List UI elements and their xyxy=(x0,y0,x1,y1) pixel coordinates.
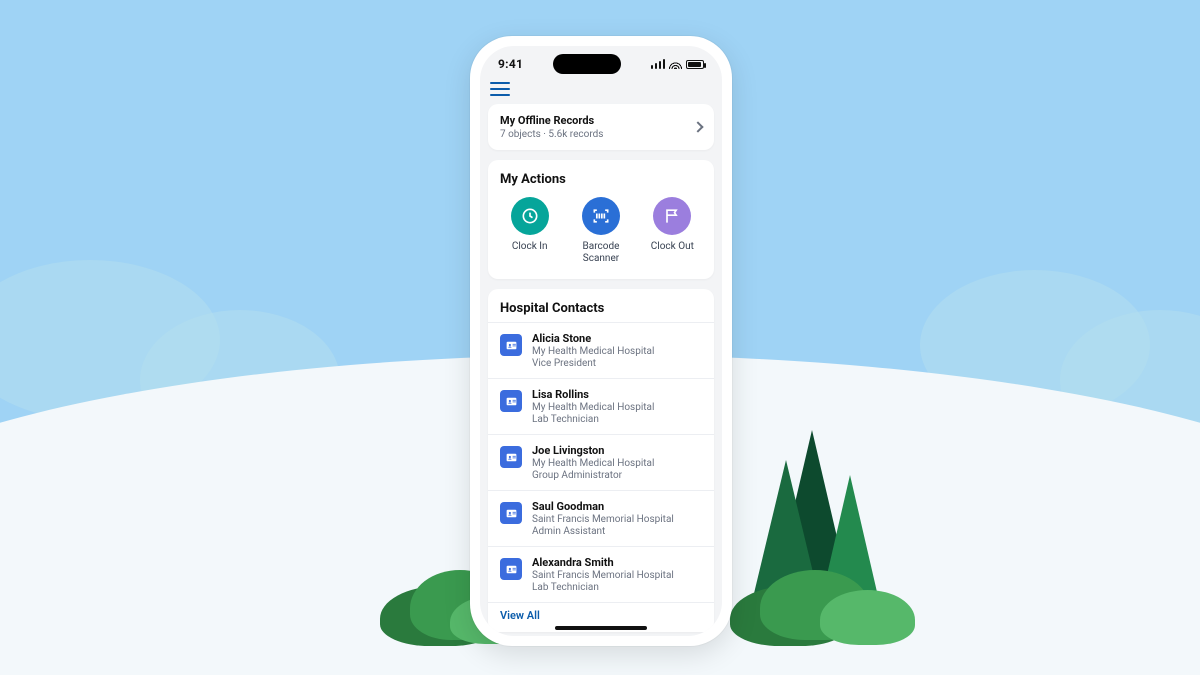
contact-card-icon xyxy=(500,334,522,356)
contact-hospital: My Health Medical Hospital xyxy=(532,402,654,413)
contact-hospital: My Health Medical Hospital xyxy=(532,458,654,469)
contact-role: Vice President xyxy=(532,358,654,369)
contact-card-icon xyxy=(500,390,522,412)
contact-role: Lab Technician xyxy=(532,582,674,593)
status-icons xyxy=(651,59,705,69)
contact-role: Admin Assistant xyxy=(532,526,674,537)
contact-name: Alexandra Smith xyxy=(532,556,674,569)
action-label: Barcode Scanner xyxy=(574,241,628,265)
contact-card-icon xyxy=(500,558,522,580)
contact-name: Lisa Rollins xyxy=(532,388,654,401)
action-clock-in[interactable]: Clock In xyxy=(494,197,565,265)
status-time: 9:41 xyxy=(498,57,523,71)
contact-row[interactable]: Joe Livingston My Health Medical Hospita… xyxy=(488,434,714,490)
my-actions-card: My Actions Clock In Barcode Scanner xyxy=(488,160,714,279)
bush-decor xyxy=(820,590,915,645)
contact-hospital: Saint Francis Memorial Hospital xyxy=(532,570,674,581)
clock-icon xyxy=(511,197,549,235)
contact-card-icon xyxy=(500,502,522,524)
scene-background: 9:41 My Offline Records 7 objects · 5.6k… xyxy=(0,0,1200,675)
contact-row[interactable]: Alexandra Smith Saint Francis Memorial H… xyxy=(488,546,714,602)
contact-row[interactable]: Lisa Rollins My Health Medical Hospital … xyxy=(488,378,714,434)
offline-records-card[interactable]: My Offline Records 7 objects · 5.6k reco… xyxy=(488,104,714,150)
contact-name: Joe Livingston xyxy=(532,444,654,457)
contact-role: Group Administrator xyxy=(532,470,654,481)
battery-icon xyxy=(686,60,704,69)
action-label: Clock Out xyxy=(651,241,694,253)
cellular-icon xyxy=(651,59,666,69)
action-barcode-scanner[interactable]: Barcode Scanner xyxy=(566,197,637,265)
phone-screen: 9:41 My Offline Records 7 objects · 5.6k… xyxy=(480,46,722,636)
menu-icon[interactable] xyxy=(490,82,510,96)
contact-row[interactable]: Alicia Stone My Health Medical Hospital … xyxy=(488,322,714,378)
dynamic-island xyxy=(553,54,621,74)
action-label: Clock In xyxy=(512,241,548,253)
contact-name: Saul Goodman xyxy=(532,500,674,513)
hospital-contacts-card: Hospital Contacts Alicia Stone My Health… xyxy=(488,289,714,632)
contact-role: Lab Technician xyxy=(532,414,654,425)
offline-records-title: My Offline Records xyxy=(500,114,603,127)
action-clock-out[interactable]: Clock Out xyxy=(637,197,708,265)
contact-card-icon xyxy=(500,446,522,468)
wifi-icon xyxy=(669,59,682,69)
contact-row[interactable]: Saul Goodman Saint Francis Memorial Hosp… xyxy=(488,490,714,546)
offline-records-subtitle: 7 objects · 5.6k records xyxy=(500,129,603,140)
phone-frame: 9:41 My Offline Records 7 objects · 5.6k… xyxy=(470,36,732,646)
contact-hospital: Saint Francis Memorial Hospital xyxy=(532,514,674,525)
my-actions-title: My Actions xyxy=(488,160,714,193)
chevron-right-icon xyxy=(692,121,703,132)
contact-name: Alicia Stone xyxy=(532,332,654,345)
home-indicator xyxy=(555,626,647,630)
flag-icon xyxy=(653,197,691,235)
status-bar: 9:41 xyxy=(480,46,722,78)
barcode-icon xyxy=(582,197,620,235)
contact-hospital: My Health Medical Hospital xyxy=(532,346,654,357)
hospital-contacts-title: Hospital Contacts xyxy=(488,289,714,322)
app-topbar xyxy=(480,78,722,104)
